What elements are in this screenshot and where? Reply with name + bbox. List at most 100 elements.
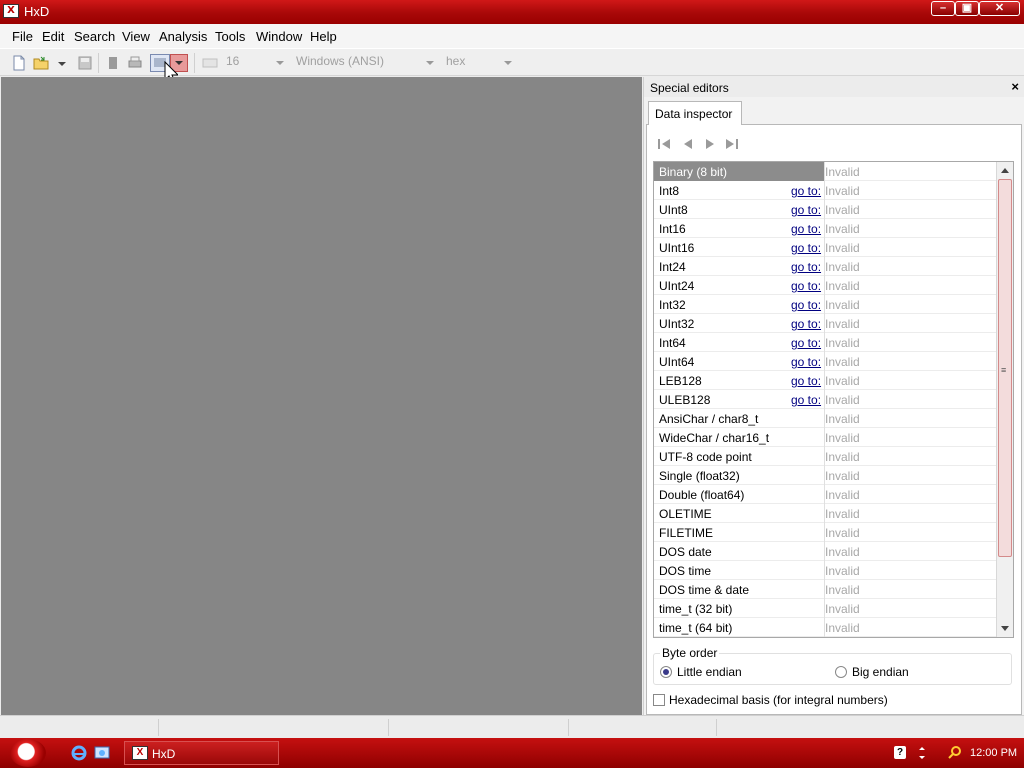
inspector-row[interactable]: WideChar / char16_t Invalid <box>654 428 996 447</box>
tab-data-inspector[interactable]: Data inspector <box>648 101 742 125</box>
close-window-icon[interactable]: ✕ <box>979 1 1020 16</box>
goto-link[interactable]: go to: <box>791 203 821 217</box>
row-value[interactable]: Invalid <box>825 526 860 540</box>
big-endian-label[interactable]: Big endian <box>852 665 909 679</box>
inspector-row[interactable]: DOS time & date Invalid <box>654 580 996 599</box>
scroll-down-icon[interactable] <box>1001 626 1009 631</box>
goto-link[interactable]: go to: <box>791 393 821 407</box>
row-value[interactable]: Invalid <box>825 545 860 559</box>
save-icon[interactable] <box>77 55 93 71</box>
row-value[interactable]: Invalid <box>825 184 860 198</box>
inspector-row[interactable]: UInt8 go to: Invalid <box>654 200 996 219</box>
internet-explorer-icon[interactable] <box>71 745 87 761</box>
row-value[interactable]: Invalid <box>825 431 860 445</box>
inspector-row[interactable]: Double (float64) Invalid <box>654 485 996 504</box>
goto-link[interactable]: go to: <box>791 260 821 274</box>
goto-link[interactable]: go to: <box>791 355 821 369</box>
goto-link[interactable]: go to: <box>791 279 821 293</box>
row-value[interactable]: Invalid <box>825 279 860 293</box>
menu-search[interactable]: Search <box>74 29 115 44</box>
row-value[interactable]: Invalid <box>825 317 860 331</box>
row-value[interactable]: Invalid <box>825 355 860 369</box>
menu-file[interactable]: File <box>12 29 33 44</box>
goto-link[interactable]: go to: <box>791 336 821 350</box>
row-value[interactable]: Invalid <box>825 450 860 464</box>
print-icon[interactable] <box>127 55 143 71</box>
editor-area[interactable] <box>1 77 642 715</box>
charset-select[interactable]: Windows (ANSI) <box>296 54 436 72</box>
inspector-row[interactable]: Int16 go to: Invalid <box>654 219 996 238</box>
row-value[interactable]: Invalid <box>825 469 860 483</box>
row-value[interactable]: Invalid <box>825 583 860 597</box>
inspector-row[interactable]: DOS time Invalid <box>654 561 996 580</box>
taskbar-hxd-button[interactable]: X HxD <box>124 741 279 765</box>
previous-icon[interactable] <box>680 137 696 151</box>
row-value[interactable]: Invalid <box>825 488 860 502</box>
little-endian-radio[interactable] <box>660 666 672 678</box>
open-folder-icon[interactable] <box>33 55 49 71</box>
first-icon[interactable] <box>656 137 672 151</box>
row-value[interactable]: Invalid <box>825 165 860 179</box>
inspector-row[interactable]: Int24 go to: Invalid <box>654 257 996 276</box>
inspector-row[interactable]: Int8 go to: Invalid <box>654 181 996 200</box>
inspector-row[interactable]: time_t (64 bit) Invalid <box>654 618 996 637</box>
goto-link[interactable]: go to: <box>791 184 821 198</box>
last-icon[interactable] <box>724 137 740 151</box>
row-value[interactable]: Invalid <box>825 203 860 217</box>
close-file-icon[interactable] <box>105 55 121 71</box>
goto-link[interactable]: go to: <box>791 298 821 312</box>
row-value[interactable]: Invalid <box>825 298 860 312</box>
vertical-scrollbar[interactable]: ≡ <box>996 162 1013 637</box>
offset-base-select[interactable]: hex <box>446 54 514 72</box>
little-endian-label[interactable]: Little endian <box>677 665 742 679</box>
inspector-row[interactable]: Int64 go to: Invalid <box>654 333 996 352</box>
inspector-row[interactable]: LEB128 go to: Invalid <box>654 371 996 390</box>
goto-link[interactable]: go to: <box>791 241 821 255</box>
inspector-row[interactable]: Single (float32) Invalid <box>654 466 996 485</box>
inspector-row[interactable]: UInt24 go to: Invalid <box>654 276 996 295</box>
goto-link[interactable]: go to: <box>791 374 821 388</box>
goto-link[interactable]: go to: <box>791 222 821 236</box>
row-value[interactable]: Invalid <box>825 564 860 578</box>
goto-link[interactable]: go to: <box>791 317 821 331</box>
row-value[interactable]: Invalid <box>825 336 860 350</box>
new-file-icon[interactable] <box>11 55 27 71</box>
menu-tools[interactable]: Tools <box>215 29 245 44</box>
row-value[interactable]: Invalid <box>825 393 860 407</box>
inspector-row[interactable]: OLETIME Invalid <box>654 504 996 523</box>
menu-edit[interactable]: Edit <box>42 29 64 44</box>
big-endian-radio[interactable] <box>835 666 847 678</box>
row-value[interactable]: Invalid <box>825 507 860 521</box>
maximize-icon[interactable]: ▣ <box>955 1 979 16</box>
inspector-row[interactable]: AnsiChar / char8_t Invalid <box>654 409 996 428</box>
inspector-row[interactable]: UInt32 go to: Invalid <box>654 314 996 333</box>
inspector-row[interactable]: DOS date Invalid <box>654 542 996 561</box>
menu-window[interactable]: Window <box>256 29 302 44</box>
row-value[interactable]: Invalid <box>825 621 860 635</box>
inspector-row[interactable]: FILETIME Invalid <box>654 523 996 542</box>
help-tray-icon[interactable]: ? <box>894 746 906 759</box>
row-value[interactable]: Invalid <box>825 602 860 616</box>
open-dropdown-icon[interactable] <box>56 55 68 71</box>
next-icon[interactable] <box>702 137 718 151</box>
panel-close-icon[interactable]: × <box>1011 79 1019 94</box>
inspector-row[interactable]: UTF-8 code point Invalid <box>654 447 996 466</box>
menu-analysis[interactable]: Analysis <box>159 29 207 44</box>
network-tray-icon[interactable] <box>916 745 928 761</box>
row-value[interactable]: Invalid <box>825 241 860 255</box>
inspector-row[interactable]: time_t (32 bit) Invalid <box>654 599 996 618</box>
inspector-row[interactable]: Binary (8 bit) Invalid <box>654 162 996 181</box>
inspector-row[interactable]: UInt64 go to: Invalid <box>654 352 996 371</box>
menu-help[interactable]: Help <box>310 29 337 44</box>
row-value[interactable]: Invalid <box>825 412 860 426</box>
scroll-up-icon[interactable] <box>1001 168 1009 173</box>
inspector-row[interactable]: ULEB128 go to: Invalid <box>654 390 996 409</box>
show-desktop-icon[interactable] <box>94 745 110 761</box>
inspector-row[interactable]: Int32 go to: Invalid <box>654 295 996 314</box>
row-value[interactable]: Invalid <box>825 374 860 388</box>
menu-view[interactable]: View <box>122 29 150 44</box>
data-inspector-grid[interactable]: Binary (8 bit) Invalid Int8 go to: Invalid UI… <box>653 161 1014 638</box>
search-tray-icon[interactable] <box>948 746 962 760</box>
row-value[interactable]: Invalid <box>825 260 860 274</box>
minimize-icon[interactable]: – <box>931 1 955 16</box>
